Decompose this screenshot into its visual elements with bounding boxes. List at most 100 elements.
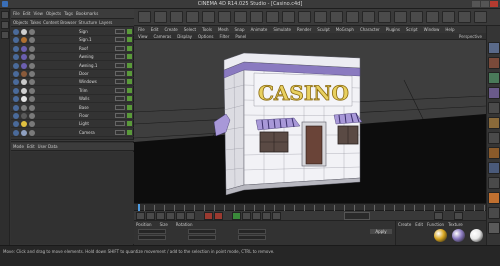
visibility-dots[interactable] xyxy=(115,96,125,102)
tab-takes[interactable]: Takes xyxy=(30,20,41,25)
visibility-dots[interactable] xyxy=(115,121,125,127)
enable-checkmark-icon[interactable] xyxy=(127,121,132,127)
menu-item[interactable]: Simulate xyxy=(273,27,291,32)
record-icon[interactable] xyxy=(204,212,213,220)
autokey-icon[interactable] xyxy=(214,212,223,220)
om-menu-view[interactable]: View xyxy=(33,11,43,16)
position-y-field[interactable] xyxy=(138,235,166,240)
material-tag-icon[interactable] xyxy=(21,96,27,103)
object-row[interactable]: Base xyxy=(11,104,134,112)
texture-tag-icon[interactable] xyxy=(29,45,35,52)
y-axis-icon[interactable] xyxy=(250,11,263,23)
make-editable-icon[interactable] xyxy=(488,42,500,54)
vp-menu-cameras[interactable]: Cameras xyxy=(154,34,172,39)
scale-icon[interactable] xyxy=(202,11,215,23)
casino-building[interactable]: CASINO xyxy=(213,52,363,196)
texture-tag-icon[interactable] xyxy=(29,37,35,44)
texture-tag-icon[interactable] xyxy=(29,121,35,128)
visibility-dots[interactable] xyxy=(115,87,125,93)
rotation-h-field[interactable] xyxy=(238,229,266,234)
boole-icon[interactable] xyxy=(410,11,423,23)
mat-menu-edit[interactable]: Edit xyxy=(415,222,423,227)
object-row[interactable]: Trim xyxy=(11,87,134,95)
play-icon[interactable] xyxy=(176,212,185,220)
select-icon[interactable] xyxy=(170,11,183,23)
material-tag-icon[interactable] xyxy=(21,62,27,69)
undo-icon[interactable] xyxy=(138,11,151,23)
object-row[interactable]: Floor xyxy=(11,112,134,120)
enable-checkmark-icon[interactable] xyxy=(127,29,132,34)
close-button[interactable] xyxy=(490,1,498,7)
menu-item[interactable]: Plugins xyxy=(386,27,400,32)
om-menu-edit[interactable]: Edit xyxy=(23,11,31,16)
material-tag-icon[interactable] xyxy=(21,45,27,52)
polygons-mode-icon[interactable] xyxy=(488,87,500,99)
workplane-icon[interactable] xyxy=(488,162,500,174)
enable-checkmark-icon[interactable] xyxy=(127,45,132,51)
enable-checkmark-icon[interactable] xyxy=(127,62,132,68)
edges-mode-icon[interactable] xyxy=(488,72,500,84)
tab-layers[interactable]: Layers xyxy=(99,20,112,25)
timeline-ruler[interactable] xyxy=(134,203,486,212)
material-tag-icon[interactable] xyxy=(21,37,27,44)
object-row[interactable]: Camera xyxy=(11,129,134,137)
cube-icon[interactable] xyxy=(346,11,359,23)
texture-tag-icon[interactable] xyxy=(29,87,35,94)
menu-item[interactable]: Tools xyxy=(202,27,212,32)
axis-mode-icon[interactable] xyxy=(488,132,500,144)
points-mode-icon[interactable] xyxy=(488,57,500,69)
array-icon[interactable] xyxy=(394,11,407,23)
menu-item[interactable]: MoGraph xyxy=(336,27,354,32)
vp-menu-filter[interactable]: Filter xyxy=(219,34,229,39)
object-row[interactable]: Door xyxy=(11,70,134,78)
prev-key-icon[interactable] xyxy=(146,212,155,220)
visibility-dots[interactable] xyxy=(115,129,125,135)
texture-tag-icon[interactable] xyxy=(29,104,35,111)
om-menu-objects[interactable]: Objects xyxy=(46,11,61,16)
material-tag-icon[interactable] xyxy=(21,104,27,111)
mat-menu-texture[interactable]: Texture xyxy=(448,222,463,227)
menu-item[interactable]: Animate xyxy=(251,27,268,32)
keyframe-position-icon[interactable] xyxy=(232,212,241,220)
scene-icon[interactable] xyxy=(442,11,455,23)
material-tag-icon[interactable] xyxy=(21,129,27,136)
tab-content-browser[interactable]: Content Browser xyxy=(43,20,76,25)
vp-menu-view[interactable]: View xyxy=(138,34,148,39)
enable-checkmark-icon[interactable] xyxy=(127,71,132,76)
menu-item[interactable]: Window xyxy=(424,27,440,32)
material-tag-icon[interactable] xyxy=(21,79,27,86)
texture-tag-icon[interactable] xyxy=(29,71,35,77)
visibility-dots[interactable] xyxy=(115,104,125,110)
next-frame-icon[interactable] xyxy=(186,212,195,220)
texture-tag-icon[interactable] xyxy=(29,79,35,86)
rotation-p-field[interactable] xyxy=(238,235,266,240)
keyframe-rotation-icon[interactable] xyxy=(252,212,261,220)
object-row[interactable]: Awning.1 xyxy=(11,62,134,70)
material-tag-icon[interactable] xyxy=(21,71,27,77)
visibility-dots[interactable] xyxy=(115,45,125,51)
prev-frame-icon[interactable] xyxy=(156,212,165,220)
visibility-dots[interactable] xyxy=(115,62,125,68)
render-picture-queue-icon[interactable] xyxy=(314,11,327,23)
keyframe-param-icon[interactable] xyxy=(262,212,271,220)
texture-tag-icon[interactable] xyxy=(29,129,35,136)
material-ball-gold[interactable] xyxy=(434,229,447,242)
material-tag-icon[interactable] xyxy=(21,121,27,128)
material-ball-white[interactable] xyxy=(470,229,483,242)
model-mode-icon[interactable] xyxy=(488,102,500,114)
rotate-icon[interactable] xyxy=(218,11,231,23)
render-settings-icon[interactable] xyxy=(330,11,343,23)
snap-icon[interactable] xyxy=(488,147,500,159)
position-x-field[interactable] xyxy=(138,229,166,234)
material-tag-icon[interactable] xyxy=(21,54,27,61)
move-icon[interactable] xyxy=(186,11,199,23)
enable-checkmark-icon[interactable] xyxy=(127,37,132,43)
material-ball-purple[interactable] xyxy=(452,229,465,242)
menu-item[interactable]: Help xyxy=(445,27,454,32)
texture-tag-icon[interactable] xyxy=(29,54,35,61)
minimize-button[interactable] xyxy=(472,1,480,7)
size-y-field[interactable] xyxy=(188,235,216,240)
object-row[interactable]: Windows xyxy=(11,78,134,87)
3d-viewport[interactable]: CASINO xyxy=(134,40,486,203)
menu-item[interactable]: Character xyxy=(360,27,380,32)
